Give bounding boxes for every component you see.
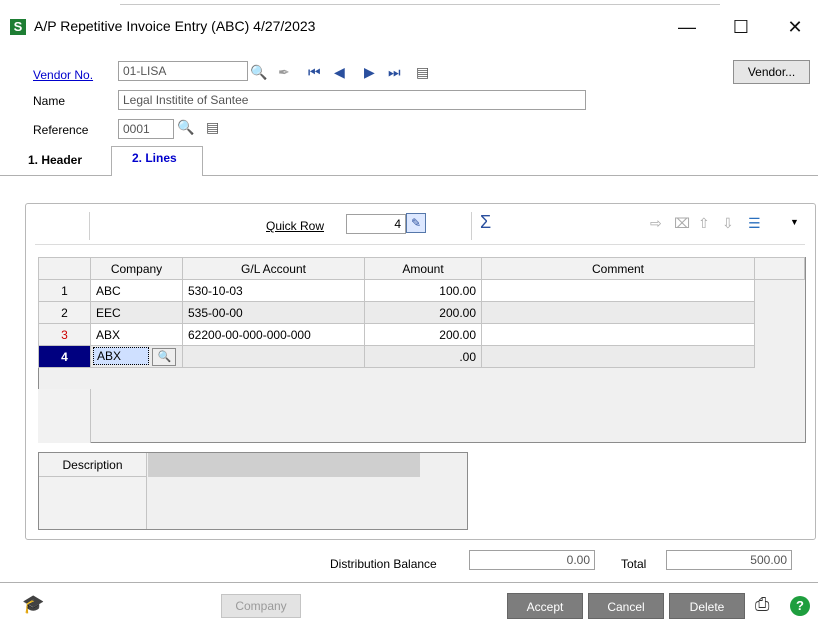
print-icon[interactable]: ⎙ [755,594,769,615]
distribution-balance-label: Distribution Balance [330,557,437,571]
window-title: A/P Repetitive Invoice Entry (ABC) 4/27/… [34,18,316,34]
row-number[interactable]: 2 [38,301,91,324]
cell-amount[interactable]: 100.00 [364,279,482,302]
help-icon[interactable]: ? [790,596,810,616]
move-down-icon[interactable]: ⇩ [722,215,734,232]
tab-lines[interactable]: 2. Lines [111,146,203,176]
sum-icon[interactable]: Σ [480,212,491,233]
total-field: 500.00 [666,550,792,570]
insert-row-icon[interactable]: ⇨ [650,215,662,232]
grid-filler [754,323,805,346]
vendor-no-link[interactable]: Vendor No. [33,68,93,82]
vendor-no-field[interactable]: 01-LISA [118,61,248,81]
accept-button[interactable]: Accept [507,593,583,619]
quick-row-label: Quick Row [266,219,325,233]
grid-filler [754,345,805,368]
cell-company[interactable]: ABX [90,323,183,346]
delete-row-icon[interactable]: ⌧ [674,215,690,232]
cell-gl-account[interactable] [182,345,365,368]
lines-table: Company G/L Account Amount Comment 1 ABC… [38,257,805,368]
cell-comment[interactable] [481,301,755,324]
company-button[interactable]: Company [221,594,301,618]
grid-corner [38,257,91,280]
previous-record-icon[interactable]: ◀ [334,64,345,80]
table-row[interactable]: 3 ABX 62200-00-000-000-000 200.00 [38,323,805,346]
name-label: Name [33,94,66,108]
column-header-comment[interactable]: Comment [481,257,755,280]
grid-filler [754,301,805,324]
table-row[interactable]: 4 ABX 🔍 .00 [38,345,805,368]
divider [35,244,805,245]
search-icon[interactable]: 🔍 [177,119,194,135]
cell-company[interactable]: EEC [90,301,183,324]
cell-comment[interactable] [481,345,755,368]
row-number-selected[interactable]: 4 [38,345,91,368]
divider [120,4,720,5]
table-row[interactable]: 2 EEC 535-00-00 200.00 [38,301,805,324]
distribution-balance-field: 0.00 [469,550,595,570]
search-icon[interactable]: 🔍 [250,64,267,80]
row-number[interactable]: 3 [38,323,91,346]
reference-label: Reference [33,123,89,137]
maximize-button[interactable]: ☐ [718,14,764,40]
row-header-empty [38,389,91,443]
notes-icon[interactable]: ▤ [206,119,219,135]
graduation-cap-icon[interactable]: 🎓 [22,594,44,615]
chevron-down-icon[interactable]: ▼ [790,217,799,227]
description-label: Description [39,453,147,477]
cell-company-editing[interactable]: ABX 🔍 [90,345,183,368]
first-record-icon[interactable]: ⏮ [308,64,321,80]
column-header-company[interactable]: Company [90,257,183,280]
reference-field[interactable]: 0001 [118,119,174,139]
cell-comment[interactable] [481,323,755,346]
notes-icon[interactable]: ▤ [416,64,429,80]
cell-amount[interactable]: 200.00 [364,323,482,346]
cell-gl-account[interactable]: 62200-00-000-000-000 [182,323,365,346]
cell-gl-account[interactable]: 530-10-03 [182,279,365,302]
description-row-header [39,477,147,529]
divider [89,212,90,240]
cell-amount[interactable]: .00 [364,345,482,368]
column-header-filler [754,257,805,280]
divider [0,582,818,583]
delete-button[interactable]: Delete [669,593,745,619]
move-up-icon[interactable]: ⇧ [698,215,710,232]
quick-row-edit-icon[interactable]: ✎ [406,213,426,233]
column-header-amount[interactable]: Amount [364,257,482,280]
company-editor[interactable]: ABX [93,347,149,365]
cancel-button[interactable]: Cancel [588,593,664,619]
divider [471,212,472,240]
quick-row-field[interactable]: 4 [346,214,406,234]
grid-options-icon[interactable]: ☰ [748,215,761,232]
app-icon: S [10,19,26,35]
table-row[interactable]: 1 ABC 530-10-03 100.00 [38,279,805,302]
column-header-gl-account[interactable]: G/L Account [182,257,365,280]
close-button[interactable]: ✕ [772,14,818,40]
cell-gl-account[interactable]: 535-00-00 [182,301,365,324]
paperclip-icon[interactable]: ✒ [278,64,290,80]
last-record-icon[interactable]: ⏭ [388,64,401,80]
cell-amount[interactable]: 200.00 [364,301,482,324]
tab-header[interactable]: 1. Header [28,153,82,183]
minimize-button[interactable]: — [664,14,710,40]
vendor-button[interactable]: Vendor... [733,60,810,84]
cell-company[interactable]: ABC [90,279,183,302]
search-icon[interactable]: 🔍 [152,348,177,366]
grid-filler [754,279,805,302]
description-field[interactable] [148,453,420,477]
row-number[interactable]: 1 [38,279,91,302]
next-record-icon[interactable]: ▶ [364,64,375,80]
total-label: Total [621,557,647,571]
cell-comment[interactable] [481,279,755,302]
name-field[interactable]: Legal Institite of Santee [118,90,586,110]
